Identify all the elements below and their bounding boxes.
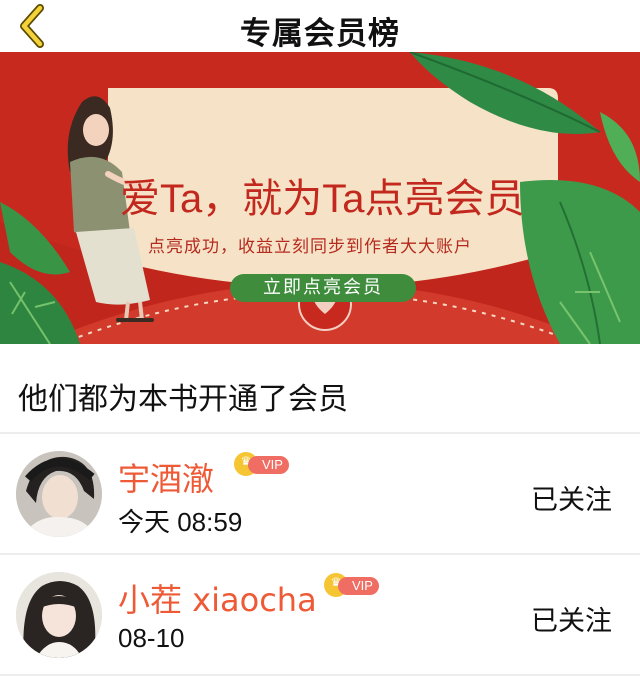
divider <box>0 674 640 676</box>
light-up-vip-button[interactable]: 立即点亮会员 <box>230 274 416 302</box>
followed-button[interactable]: 已关注 <box>531 599 612 638</box>
section-title: 他们都为本书开通了会员 <box>18 382 348 417</box>
member-time: 今天 08:59 <box>118 507 243 537</box>
page-title: 专属会员榜 <box>240 16 400 52</box>
banner-subtitle: 点亮成功，收益立刻同步到作者大大账户 <box>148 237 472 257</box>
member-time: 08-10 <box>118 623 185 653</box>
top-bar: 专属会员榜 <box>0 0 640 52</box>
vip-promo-banner[interactable]: 爱Ta，就为Ta点亮会员 点亮成功，收益立刻同步到作者大大账户 立即点亮会员 <box>0 52 640 344</box>
vip-badge-label: VIP <box>248 456 289 474</box>
followed-button[interactable]: 已关注 <box>531 478 612 517</box>
vip-badge-label: VIP <box>338 577 379 595</box>
avatar-photo-icon <box>16 451 102 537</box>
avatar[interactable] <box>16 572 102 658</box>
avatar-photo-icon <box>16 572 102 658</box>
member-row[interactable]: 宇酒澈 ♛ VIP 今天 08:59 已关注 <box>0 434 640 554</box>
member-name[interactable]: 宇酒澈 <box>118 454 214 500</box>
banner-headline: 爱Ta，就为Ta点亮会员 <box>120 177 525 221</box>
member-name[interactable]: 小茬 xiaocha <box>118 575 317 621</box>
member-row[interactable]: 小茬 xiaocha ♛ VIP 08-10 已关注 <box>0 555 640 675</box>
avatar[interactable] <box>16 451 102 537</box>
